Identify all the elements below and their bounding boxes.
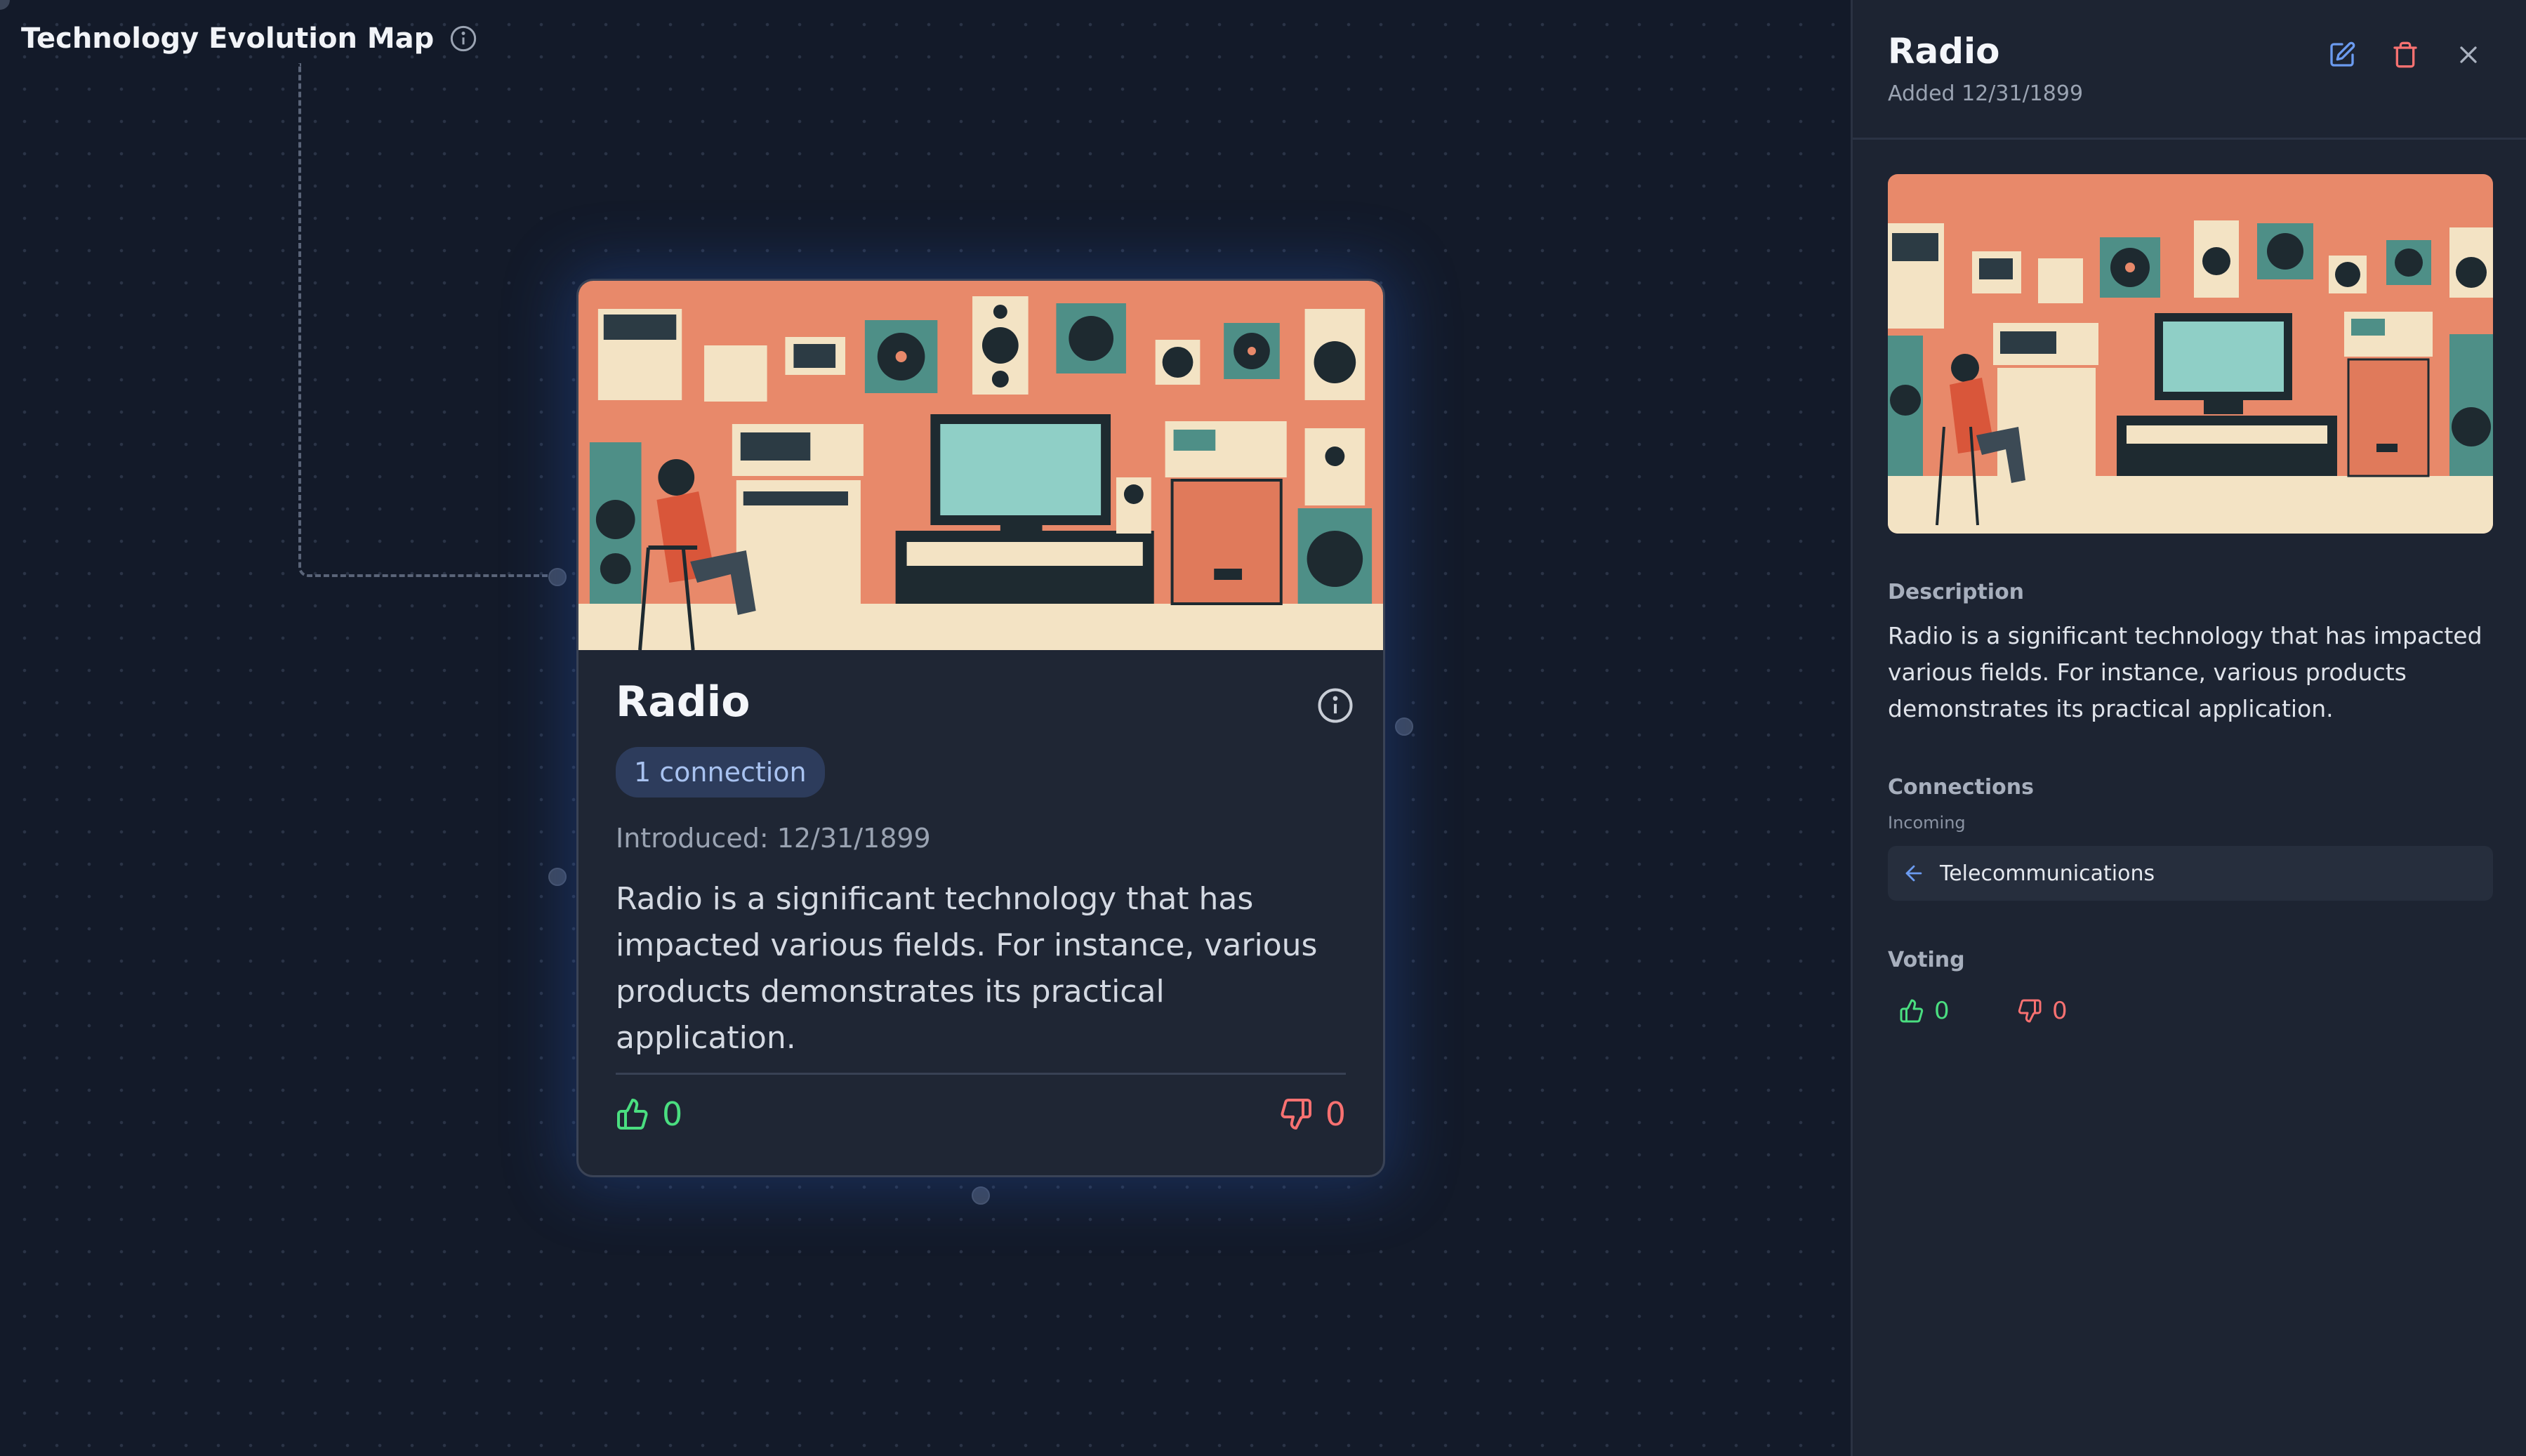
- panel-added-date: Added 12/31/1899: [1888, 81, 2084, 106]
- node-handle-bottom[interactable]: [972, 1186, 990, 1205]
- panel-header: Radio Added 12/31/1899: [1888, 31, 2083, 106]
- panel-upvote-count: 0: [1934, 997, 1950, 1025]
- close-icon[interactable]: [2454, 41, 2482, 69]
- divider: [616, 1073, 1346, 1075]
- downvote-button[interactable]: 0: [1279, 1095, 1346, 1133]
- node-handle-right[interactable]: [1395, 717, 1413, 736]
- connection-name: Telecommunications: [1940, 861, 2155, 886]
- node-description: Radio is a significant technology that h…: [616, 881, 1318, 1056]
- trash-icon[interactable]: [2391, 41, 2419, 69]
- node-title: Radio: [616, 677, 750, 727]
- connection-count-badge: 1 connection: [616, 747, 825, 798]
- node-handle-left-top[interactable]: [548, 568, 567, 586]
- thumbs-up-icon: [1900, 999, 1924, 1023]
- panel-description: Radio is a significant technology that h…: [1888, 622, 2482, 722]
- panel-illustration: [1888, 174, 2493, 534]
- flow-canvas[interactable]: Technology Evolution Map Radio 1 connect…: [0, 0, 1851, 1456]
- edit-icon[interactable]: [2328, 41, 2356, 69]
- info-icon[interactable]: [449, 25, 477, 53]
- app-header: Technology Evolution Map: [21, 22, 477, 55]
- details-panel: Radio Added 12/31/1899 Description Radio…: [1851, 0, 2526, 1456]
- canvas-handle: [0, 0, 10, 10]
- panel-actions: [2328, 41, 2482, 69]
- description-label: Description: [1888, 580, 2025, 604]
- arrow-left-icon: [1905, 865, 1922, 882]
- panel-downvote-count: 0: [2052, 997, 2068, 1025]
- connection-item[interactable]: Telecommunications: [1888, 846, 2493, 901]
- panel-title: Radio: [1888, 31, 2000, 72]
- downvote-count: 0: [1325, 1095, 1346, 1133]
- voting-label: Voting: [1888, 948, 1965, 972]
- incoming-label: Incoming: [1888, 813, 1966, 833]
- upvote-button[interactable]: 0: [616, 1095, 682, 1133]
- panel-downvote-button[interactable]: 0: [2017, 997, 2068, 1025]
- thumbs-down-icon: [2018, 999, 2042, 1023]
- node-handle-left-bottom[interactable]: [548, 868, 567, 886]
- connection-edge[interactable]: [298, 63, 558, 577]
- introduced-date: Introduced: 12/31/1899: [616, 823, 931, 854]
- panel-divider: [1853, 138, 2526, 140]
- technology-node-card[interactable]: Radio 1 connection Introduced: 12/31/189…: [576, 279, 1385, 1177]
- upvote-count: 0: [662, 1095, 683, 1133]
- panel-upvote-button[interactable]: 0: [1899, 997, 1950, 1025]
- node-info-icon[interactable]: [1316, 687, 1354, 724]
- connections-label: Connections: [1888, 775, 2034, 800]
- node-illustration: [578, 281, 1383, 650]
- thumbs-down-icon: [1281, 1099, 1311, 1130]
- thumbs-up-icon: [617, 1098, 648, 1130]
- app-title: Technology Evolution Map: [21, 22, 435, 55]
- node-body: Radio 1 connection Introduced: 12/31/189…: [616, 677, 1353, 1061]
